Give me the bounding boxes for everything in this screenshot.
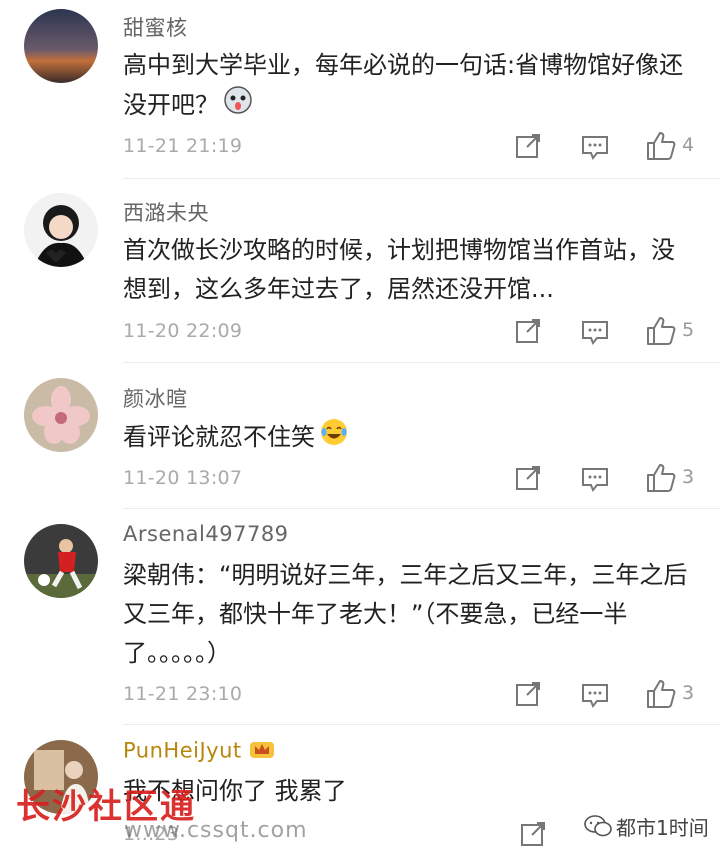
like-icon[interactable] [644,129,678,163]
watermark-url: www.cssqt.com [124,818,308,843]
comment-icon[interactable] [578,677,612,711]
like-count: 5 [682,319,695,341]
soccer-avatar-icon [24,524,98,598]
comment-actions: 5 [0,314,720,348]
flower-avatar-icon [24,378,98,452]
share-icon[interactable] [511,461,545,495]
comment-body: 看评论就忍不住笑 [123,423,315,451]
vip-crown-icon [249,738,275,765]
like-count: 3 [682,466,695,488]
watermark-account-text: 都市1时间 [616,816,709,840]
sunset-avatar-icon [24,9,98,83]
user-avatar[interactable] [24,9,98,83]
username[interactable]: 甜蜜核 [123,12,188,42]
comment-actions: 3 [0,461,720,495]
comment-text: 梁朝伟：“明明说好三年，三年之后又三年，三年之后又三年，都快十年了老大！”（不要… [123,561,688,667]
husky-emoji-icon [223,85,253,127]
comment-actions: 3 [0,677,720,711]
divider [123,508,720,509]
user-avatar[interactable] [24,378,98,452]
comment-actions: 4 [0,129,720,163]
comment-body: 高中到大学毕业，每年必说的一句话:省博物馆好像还没开吧？ [123,51,684,119]
comment-text: 首次做长沙攻略的时候，计划把博物馆当作首站，没想到，这么多年过去了，居然还没开馆… [123,236,675,303]
username[interactable]: PunHeiJyut [123,738,275,765]
like-count: 4 [682,134,695,156]
like-count: 3 [682,682,695,704]
share-icon[interactable] [511,677,545,711]
like-icon[interactable] [644,314,678,348]
comment-text: 看评论就忍不住笑 [123,417,693,459]
divider [123,178,720,179]
divider [123,362,720,363]
user-avatar[interactable] [24,193,98,267]
username[interactable]: 西潞未央 [123,197,209,227]
like-icon[interactable] [644,461,678,495]
divider [123,724,720,725]
username[interactable]: Arsenal497789 [123,522,289,546]
share-icon[interactable] [511,129,545,163]
comment-icon[interactable] [578,314,612,348]
laughing-tears-emoji-icon [319,417,349,459]
share-icon[interactable] [516,817,550,851]
comment-icon[interactable] [578,461,612,495]
comment-icon[interactable] [578,129,612,163]
comment-text: 我不想问你了 我累了 [123,777,347,805]
share-icon[interactable] [511,314,545,348]
username-text: PunHeiJyut [123,738,242,763]
watermark-account-name: 都市1时间 [616,812,709,841]
like-icon[interactable] [644,677,678,711]
comment-text: 高中到大学毕业，每年必说的一句话:省博物馆好像还没开吧？ [123,46,693,127]
user-avatar[interactable] [24,524,98,598]
username[interactable]: 颜冰暄 [123,383,188,413]
wechat-icon [584,815,612,837]
doll-avatar-icon [24,193,98,267]
